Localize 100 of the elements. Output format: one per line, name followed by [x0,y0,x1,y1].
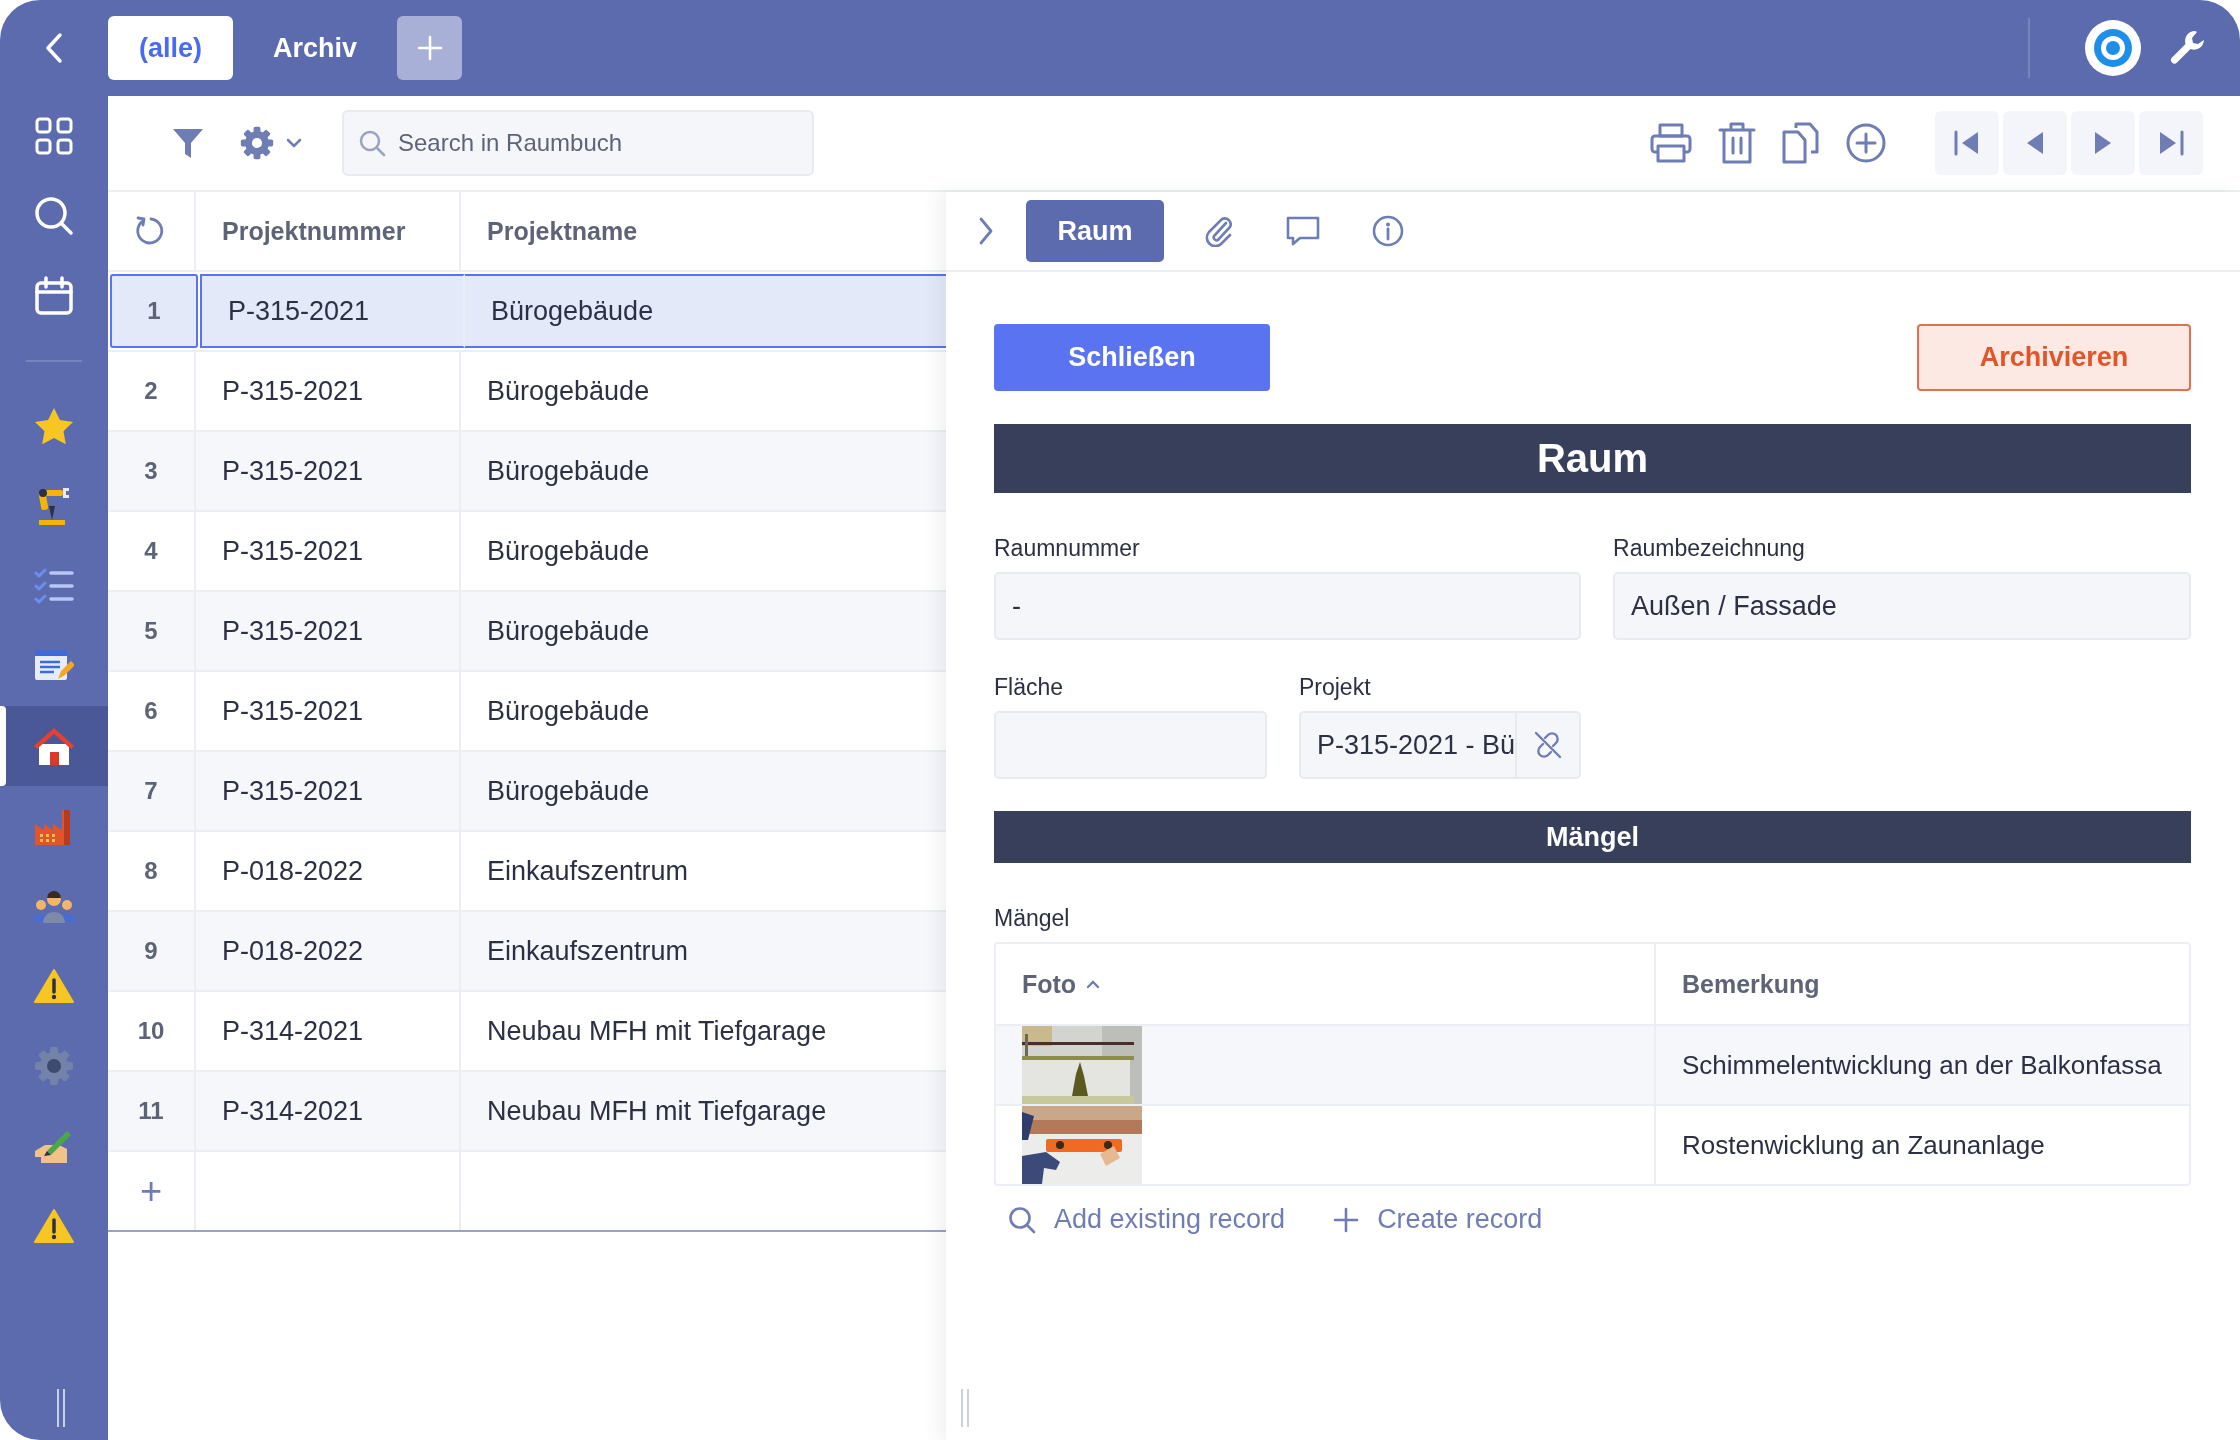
section-header: Mängel [994,811,2191,863]
row-number: 9 [144,937,158,965]
column-header[interactable]: Projektname [487,216,638,246]
table-cell: P-315-2021 [222,535,364,567]
skip-back-icon [1953,130,1981,156]
table-row[interactable]: 1 P-315-2021 Bürogebäude [108,272,946,352]
row-number: 5 [144,617,158,645]
plus-icon [416,35,443,61]
star-icon [34,407,74,445]
field-label: Raumbezeichnung [1613,535,1806,562]
field-label: Projekt [1298,674,1372,701]
row-number: 2 [144,377,158,405]
chevron-right-icon[interactable] [978,217,994,245]
triangle-left-icon [2025,130,2045,156]
house-icon [33,726,75,766]
sidebar-item[interactable] [0,706,108,786]
warning-icon [34,968,74,1004]
resize-handle-icon[interactable] [960,1388,970,1428]
table-cell: Schimmelentwicklung an der Balkonfassa [1682,1049,2162,1081]
previous-record-button[interactable] [2003,111,2067,175]
table-cell: P-315-2021 [228,295,370,327]
first-record-button[interactable] [1935,111,1999,175]
table-cell: Bürogebäude [487,535,650,567]
table-cell: P-018-2022 [222,935,364,967]
settings-icon[interactable] [240,126,274,160]
table-row[interactable]: 5 P-315-2021 Bürogebäude [108,592,946,672]
print-icon[interactable] [1650,123,1692,163]
last-record-button[interactable] [2139,111,2203,175]
table-row[interactable]: 7 P-315-2021 Bürogebäude [108,752,946,832]
row-number: 11 [138,1097,164,1125]
table-cell: Rostenwicklung an Zaunanlage [1682,1129,2045,1161]
input-field[interactable]: - [994,572,1582,640]
column-header[interactable]: Projektnummer [222,216,406,246]
table-cell: Neubau MFH mit Tiefgarage [487,1015,827,1047]
table-cell: Bürogebäude [487,775,650,807]
search-icon [1008,1205,1036,1234]
table-cell: Bürogebäude [491,295,654,327]
column-header[interactable]: Foto [1022,969,1077,999]
add-circle-icon[interactable] [1846,123,1886,163]
skip-forward-icon [2157,130,2185,156]
table-cell: Bürogebäude [487,695,650,727]
add-tab-button[interactable] [397,16,463,80]
field-label: Mängel [994,905,1071,932]
calendar-icon [34,276,74,316]
field-label: Fläche [994,674,1065,701]
warning-icon [34,1208,74,1244]
row-number: 7 [144,777,158,805]
table-cell: Bürogebäude [487,375,650,407]
table-cell: P-314-2021 [222,1015,364,1047]
close-button[interactable]: Schließen [994,324,1270,391]
table-cell: Einkaufszentrum [487,935,689,967]
table-row[interactable]: 3 P-315-2021 Bürogebäude [108,432,946,512]
gear-icon [34,1046,74,1086]
sort-up-icon[interactable] [1086,979,1101,989]
table-row[interactable]: 11 P-314-2021 Neubau MFH mit Tiefgarage [108,1072,946,1152]
next-record-button[interactable] [2071,111,2135,175]
filter-icon[interactable] [171,126,205,160]
add-row-button[interactable]: + [139,1169,163,1213]
table-cell: Bürogebäude [487,455,650,487]
table-cell: Einkaufszentrum [487,855,689,887]
info-icon[interactable] [1372,215,1404,247]
apps-icon [35,117,73,155]
input-field[interactable]: Außen / Fassade [1613,572,2191,640]
table-cell: Bürogebäude [487,615,650,647]
unlink-icon[interactable] [1533,730,1564,760]
column-header[interactable]: Bemerkung [1682,969,1820,999]
people-icon [32,888,76,924]
comment-icon[interactable] [1286,216,1320,246]
add-existing-record-link[interactable]: Add existing record [1008,1200,1286,1239]
back-icon[interactable] [44,32,64,64]
resize-handle-icon[interactable] [56,1388,66,1428]
paperclip-icon[interactable] [1204,215,1234,247]
row-number: 8 [144,857,158,885]
caret-icon[interactable] [286,138,302,148]
tab[interactable]: Archiv [233,16,398,80]
table-cell: P-315-2021 [222,695,364,727]
plus-icon [1333,1206,1360,1233]
link-field[interactable]: P-315-2021 - Bü [1298,711,1582,779]
tab[interactable]: (alle) [108,16,234,80]
copy-icon[interactable] [1782,122,1820,164]
table-cell: P-315-2021 [222,455,364,487]
header-cell[interactable]: Bemerkung [1656,944,2189,1024]
triangle-right-icon [2093,130,2113,156]
tab[interactable]: Raum [1026,200,1164,262]
table-cell: P-018-2022 [222,855,364,887]
table-cell: P-315-2021 [222,775,364,807]
table-cell: P-314-2021 [222,1095,364,1127]
checklist-icon [34,568,74,604]
table-row[interactable]: 9 P-018-2022 Einkaufszentrum [108,912,946,992]
row-number: 1 [147,297,161,325]
target-logo-icon[interactable] [2084,19,2142,77]
create-record-link[interactable]: Create record [1333,1200,1543,1239]
section-header: Raum [994,424,2191,493]
table-cell: P-315-2021 [222,615,364,647]
row-number: 3 [144,457,158,485]
table-cell: Neubau MFH mit Tiefgarage [487,1095,827,1127]
trash-icon[interactable] [1718,122,1756,164]
search-field[interactable]: Search in Raumbuch [342,110,814,176]
table-cell: P-315-2021 [222,375,364,407]
row-number: 4 [144,537,158,565]
